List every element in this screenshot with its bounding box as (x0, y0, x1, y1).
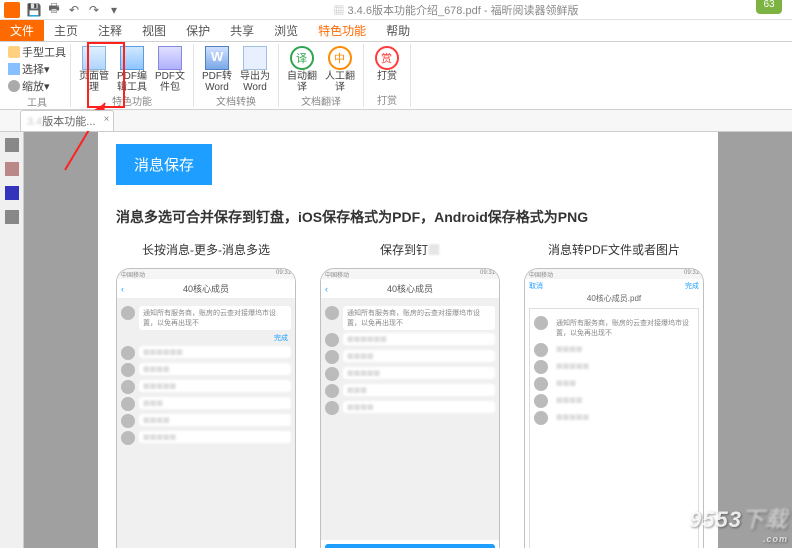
document-tab[interactable]: 3.4版本功能... × (20, 110, 114, 131)
translate-icon (290, 46, 314, 70)
phone-doc-title: 40核心成员.pdf (525, 293, 703, 304)
tab-special[interactable]: 特色功能 (308, 20, 376, 41)
tab-view[interactable]: 视图 (132, 20, 176, 41)
export-icon (243, 46, 267, 70)
tab-protect[interactable]: 保护 (176, 20, 220, 41)
phone-preview: 通知所有服务商，账房的云查对接爆坞市设置，以免再出现不 ▩▩▩▩ ▩▩▩▩▩ ▩… (529, 308, 699, 548)
ribbon-group-reward: 打赏 打赏 (364, 44, 411, 107)
hand-tool[interactable]: 手型工具 (8, 44, 66, 60)
annotation-arrow (60, 95, 140, 175)
column-1: 长按消息-更多-消息多选 中国移动09:31 ‹40核心成员 通知所有服务商，账… (116, 241, 296, 548)
phone-columns: 长按消息-更多-消息多选 中国移动09:31 ‹40核心成员 通知所有服务商，账… (116, 241, 700, 548)
tab-file[interactable]: 文件 (0, 20, 44, 41)
select-tool[interactable]: 选择 ▾ (8, 61, 66, 77)
tab-help[interactable]: 帮助 (376, 20, 420, 41)
pdf-page: 消息保存 消息多选可合并保存到钉盘，iOS保存格式为PDF，Android保存格… (98, 132, 718, 548)
attachment-icon[interactable] (5, 210, 19, 224)
auto-translate-button[interactable]: 自动翻译 (283, 44, 321, 93)
app-icon (4, 2, 20, 18)
column-3: 消息转PDF文件或者图片 中国移动09:31 取消完成 40核心成员.pdf 通… (524, 241, 704, 548)
quick-access-toolbar: 💾 🖶 ↶ ↷ ▾ ▦ 3.4.6版本功能介绍_678.pdf - 福昕阅读器领… (0, 0, 792, 20)
pdf-pack-button[interactable]: PDF文件包 (151, 44, 189, 93)
reward-button[interactable]: 打赏 (368, 44, 406, 82)
qat-redo-icon[interactable]: ↷ (85, 2, 103, 18)
hand-icon (8, 46, 20, 58)
ribbon-tabs: 文件 主页 注释 视图 保护 共享 浏览 特色功能 帮助 (0, 20, 792, 42)
watermark: 9553下载 .com (689, 502, 788, 544)
bookmark-icon[interactable] (5, 138, 19, 152)
column-2: 保存到钉▩ 中国移动09:31 ‹40核心成员 通知所有服务商，账房的云查对接爆… (320, 241, 500, 548)
phone-status-bar: 中国移动09:31 (525, 269, 703, 279)
back-icon: ‹ (325, 284, 328, 294)
qat-undo-icon[interactable]: ↶ (65, 2, 83, 18)
select-icon (8, 63, 20, 75)
group-label: 工具 (8, 94, 66, 109)
phone-top-actions: 取消完成 (525, 279, 703, 293)
qat-save-icon[interactable]: 💾 (25, 2, 43, 18)
qat-dropdown-icon[interactable]: ▾ (105, 2, 123, 18)
navigation-rail (0, 132, 24, 548)
phone-mockup-2: 中国移动09:31 ‹40核心成员 通知所有服务商，账房的云查对接爆坞市设置，以… (320, 268, 500, 548)
qat-print-icon[interactable]: 🖶 (45, 2, 63, 18)
phone-header: ‹40核心成员 (117, 279, 295, 299)
export-word-button[interactable]: 导出为Word (236, 44, 274, 93)
phone-status-bar: 中国移动09:31 (321, 269, 499, 279)
tab-share[interactable]: 共享 (220, 20, 264, 41)
back-icon: ‹ (121, 284, 124, 294)
phone-mockup-1: 中国移动09:31 ‹40核心成员 通知所有服务商，账房的云查对接爆坞市设置，以… (116, 268, 296, 548)
phone-header: ‹40核心成员 (321, 279, 499, 299)
page-headline: 消息多选可合并保存到钉盘，iOS保存格式为PDF，Android保存格式为PNG (116, 207, 700, 227)
save-action-button: 保存到钉盘 (325, 544, 495, 548)
human-translate-button[interactable]: 人工翻译 (321, 44, 359, 93)
zoom-tool[interactable]: 缩放 ▾ (8, 78, 66, 94)
viewer-area: 消息保存 消息多选可合并保存到钉盘，iOS保存格式为PDF，Android保存格… (0, 132, 792, 548)
tab-comment[interactable]: 注释 (88, 20, 132, 41)
column-title: 消息转PDF文件或者图片 (524, 241, 704, 258)
tab-home[interactable]: 主页 (44, 20, 88, 41)
column-title: 保存到钉▩ (320, 241, 500, 258)
document-canvas[interactable]: 消息保存 消息多选可合并保存到钉盘，iOS保存格式为PDF，Android保存格… (24, 132, 792, 548)
phone-status-bar: 中国移动09:31 (117, 269, 295, 279)
ribbon-group-translate: 自动翻译 人工翻译 文档翻译 (279, 44, 364, 107)
notification-badge[interactable]: 63 (756, 0, 782, 14)
zoom-icon (8, 80, 20, 92)
close-icon[interactable]: × (104, 114, 110, 125)
reward-icon (375, 46, 399, 70)
group-label: 打赏 (368, 92, 406, 107)
column-title: 长按消息-更多-消息多选 (116, 241, 296, 258)
phone-mockup-3: 中国移动09:31 取消完成 40核心成员.pdf 通知所有服务商，账房的云查对… (524, 268, 704, 548)
group-label: 文档翻译 (283, 93, 359, 108)
ribbon-group-convert: PDF转Word 导出为Word 文档转换 (194, 44, 279, 107)
layers-icon[interactable] (5, 186, 19, 200)
phone-body: 通知所有服务商，账房的云查对接爆坞市设置，以免再出现不 完成 ▩▩▩▩▩▩ ▩▩… (117, 299, 295, 548)
phone-body: 通知所有服务商，账房的云查对接爆坞市设置，以免再出现不 ▩▩▩▩▩▩ ▩▩▩▩ … (321, 299, 499, 540)
word-icon (205, 46, 229, 70)
window-title: ▦ 3.4.6版本功能介绍_678.pdf - 福昕阅读器领鲜版 (124, 2, 788, 18)
tab-browse[interactable]: 浏览 (264, 20, 308, 41)
group-label: 文档转换 (198, 93, 274, 108)
thumbnail-icon[interactable] (5, 162, 19, 176)
pdf-pack-icon (158, 46, 182, 70)
human-translate-icon (328, 46, 352, 70)
pdf-to-word-button[interactable]: PDF转Word (198, 44, 236, 93)
